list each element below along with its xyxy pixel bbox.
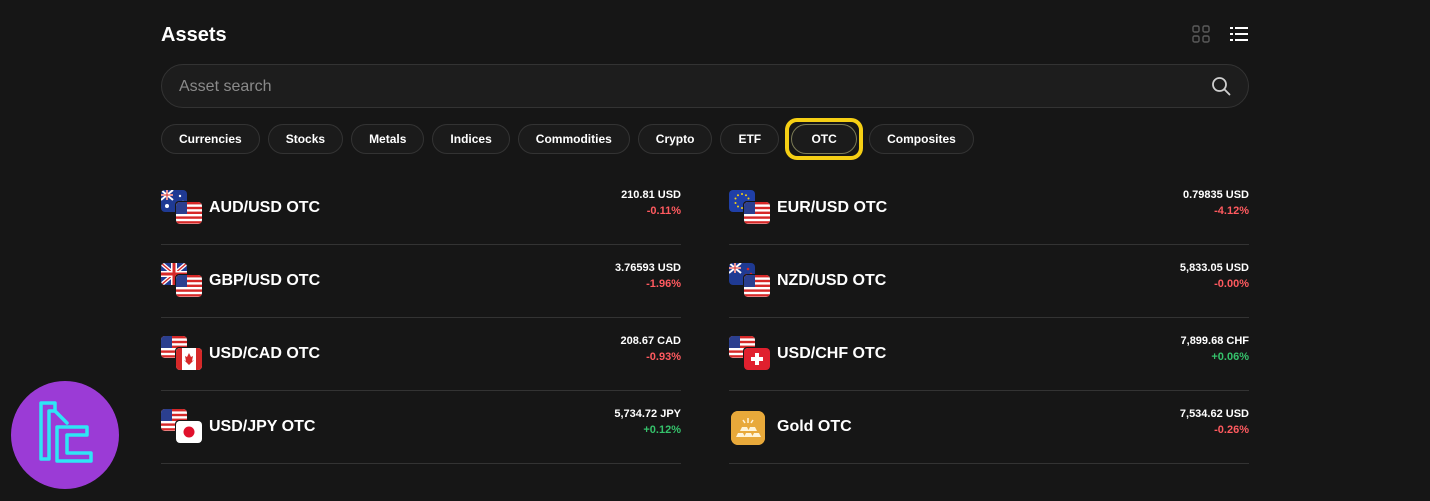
asset-change: -0.26% bbox=[1214, 424, 1249, 436]
asset-row-nzd-usd[interactable]: NZD/USD OTC 5,833.05 USD -0.00% bbox=[729, 245, 1249, 318]
asset-name: USD/CHF OTC bbox=[777, 345, 887, 362]
category-tabs: Currencies Stocks Metals Indices Commodi… bbox=[161, 118, 974, 160]
asset-row-usd-cad[interactable]: USD/CAD OTC 208.67 CAD -0.93% bbox=[161, 318, 681, 391]
asset-name: NZD/USD OTC bbox=[777, 272, 887, 289]
usa-flag-icon bbox=[744, 202, 770, 224]
asset-row-usd-chf[interactable]: USD/CHF OTC 7,899.68 CHF +0.06% bbox=[729, 318, 1249, 391]
currency-pair-flags bbox=[161, 190, 203, 226]
list-view-button[interactable] bbox=[1229, 24, 1249, 44]
gold-bars-icon bbox=[731, 411, 765, 445]
asset-change: -0.11% bbox=[646, 205, 681, 217]
asset-column-left: AUD/USD OTC 210.81 USD -0.11% GBP/USD OT… bbox=[161, 172, 681, 464]
asset-price: 5,734.72 JPY bbox=[614, 408, 681, 420]
currency-pair-flags bbox=[161, 336, 203, 372]
asset-row-eur-usd[interactable]: EUR/USD OTC 0.79835 USD -4.12% bbox=[729, 172, 1249, 245]
currency-pair-flags bbox=[729, 263, 771, 299]
asset-column-right: EUR/USD OTC 0.79835 USD -4.12% NZD/USD O… bbox=[729, 172, 1249, 464]
tab-etf[interactable]: ETF bbox=[720, 124, 780, 154]
usa-flag-icon bbox=[176, 202, 202, 224]
tab-otc[interactable]: OTC bbox=[791, 124, 858, 154]
asset-change: +0.12% bbox=[643, 424, 681, 436]
grid-icon bbox=[1192, 25, 1210, 43]
asset-name: AUD/USD OTC bbox=[209, 199, 321, 216]
canada-flag-icon bbox=[176, 348, 202, 370]
list-icon bbox=[1230, 27, 1248, 41]
asset-row-aud-usd[interactable]: AUD/USD OTC 210.81 USD -0.11% bbox=[161, 172, 681, 245]
active-tab-highlight: OTC bbox=[785, 118, 864, 160]
tab-crypto[interactable]: Crypto bbox=[637, 124, 713, 154]
asset-change: -4.12% bbox=[1214, 205, 1249, 217]
asset-row-gold[interactable]: Gold OTC 7,534.62 USD -0.26% bbox=[729, 391, 1249, 464]
tab-metals[interactable]: Metals bbox=[351, 124, 425, 154]
asset-price: 0.79835 USD bbox=[1182, 189, 1249, 201]
asset-price: 210.81 USD bbox=[621, 189, 681, 201]
usa-flag-icon bbox=[744, 275, 770, 297]
asset-change: -1.96% bbox=[646, 278, 681, 290]
search-icon[interactable] bbox=[1211, 76, 1231, 96]
usa-flag-icon bbox=[176, 275, 202, 297]
asset-row-usd-jpy[interactable]: USD/JPY OTC 5,734.72 JPY +0.12% bbox=[161, 391, 681, 464]
currency-pair-flags bbox=[161, 263, 203, 299]
tab-composites[interactable]: Composites bbox=[869, 124, 974, 154]
asset-price: 5,833.05 USD bbox=[1179, 262, 1249, 274]
asset-price: 3.76593 USD bbox=[614, 262, 681, 274]
asset-change: -0.00% bbox=[1214, 278, 1249, 290]
currency-pair-flags bbox=[161, 409, 203, 445]
header: Assets bbox=[161, 22, 1249, 48]
grid-view-button[interactable] bbox=[1191, 24, 1211, 44]
asset-price: 7,899.68 CHF bbox=[1180, 335, 1249, 347]
search-bar bbox=[161, 64, 1249, 109]
asset-name: GBP/USD OTC bbox=[209, 272, 321, 289]
page-title: Assets bbox=[161, 24, 227, 46]
asset-name: Gold OTC bbox=[777, 418, 852, 435]
asset-row-gbp-usd[interactable]: GBP/USD OTC 3.76593 USD -1.96% bbox=[161, 245, 681, 318]
japan-flag-icon bbox=[176, 421, 202, 443]
asset-price: 7,534.62 USD bbox=[1179, 408, 1249, 420]
asset-name: USD/JPY OTC bbox=[209, 418, 316, 435]
asset-price: 208.67 CAD bbox=[620, 335, 681, 347]
asset-icon-wrapper bbox=[729, 409, 771, 445]
tab-indices[interactable]: Indices bbox=[432, 124, 510, 154]
currency-pair-flags bbox=[729, 190, 771, 226]
asset-change: +0.06% bbox=[1211, 351, 1249, 363]
tab-stocks[interactable]: Stocks bbox=[267, 124, 344, 154]
tab-currencies[interactable]: Currencies bbox=[161, 124, 260, 154]
view-toggle bbox=[1191, 24, 1249, 44]
search-input[interactable] bbox=[177, 65, 1181, 109]
tab-commodities[interactable]: Commodities bbox=[517, 124, 630, 154]
currency-pair-flags bbox=[729, 336, 771, 372]
asset-name: EUR/USD OTC bbox=[777, 199, 888, 216]
switzerland-flag-icon bbox=[744, 348, 770, 370]
watermark-logo-icon bbox=[11, 381, 119, 489]
asset-name: USD/CAD OTC bbox=[209, 345, 321, 362]
asset-change: -0.93% bbox=[646, 351, 681, 363]
